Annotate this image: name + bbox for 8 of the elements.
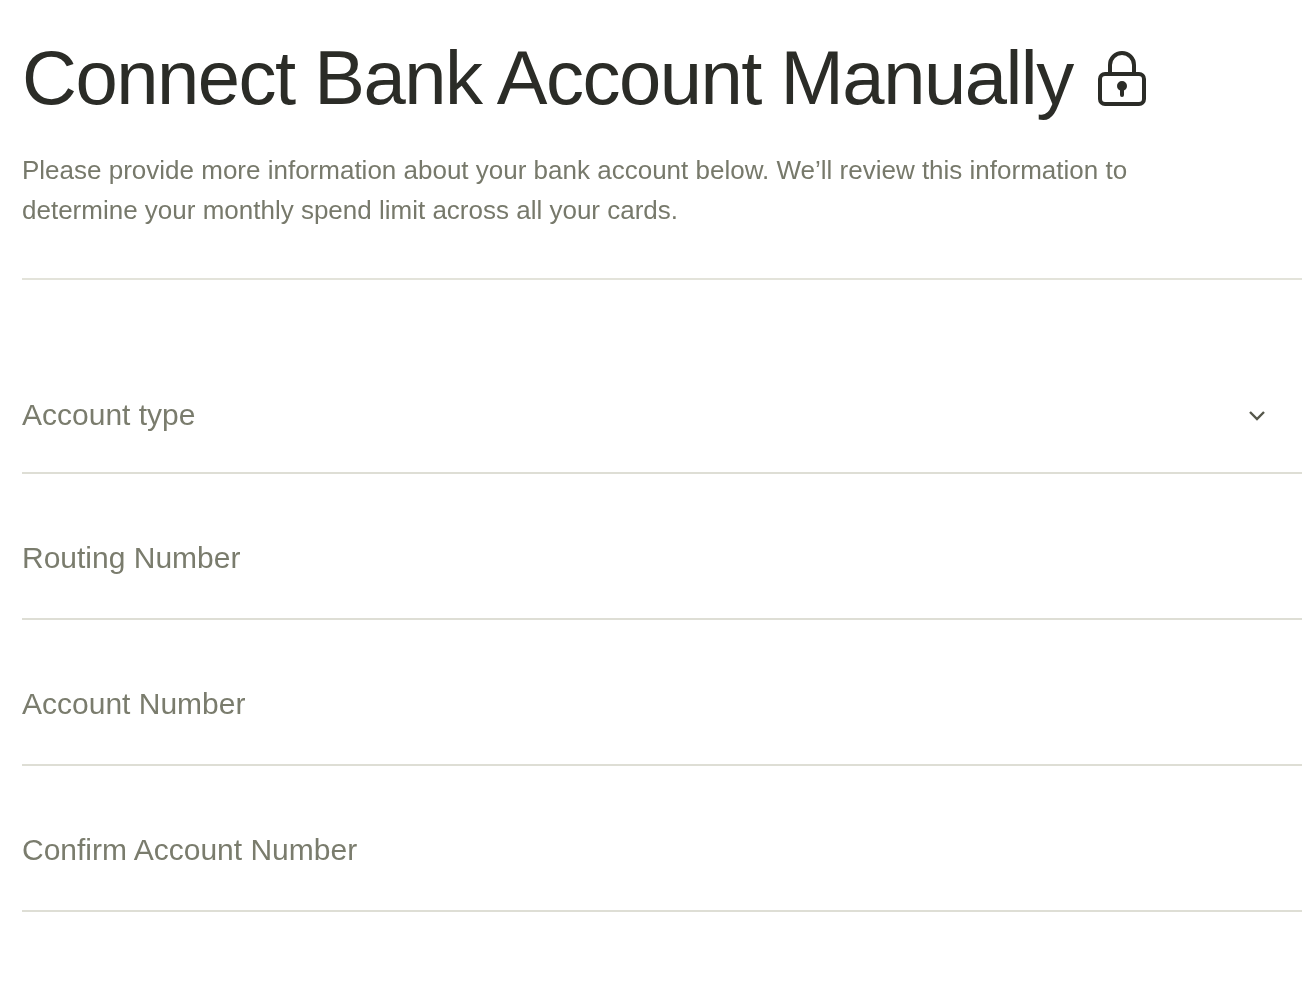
page-title: Connect Bank Account Manually	[22, 34, 1073, 122]
input-field[interactable]: Account Number	[22, 684, 1302, 764]
input-field[interactable]: Confirm Account Number	[22, 830, 1302, 910]
description-text: Please provide more information about your bank account below. We’ll review this information to determine your monthly spend limit across all your cards.	[22, 154, 1129, 227]
chevron-down-icon	[1248, 409, 1266, 421]
account-type-dropdown[interactable]: Account type	[22, 398, 1302, 472]
input-field[interactable]: Routing Number	[22, 538, 1302, 618]
lock-icon	[1096, 49, 1147, 107]
